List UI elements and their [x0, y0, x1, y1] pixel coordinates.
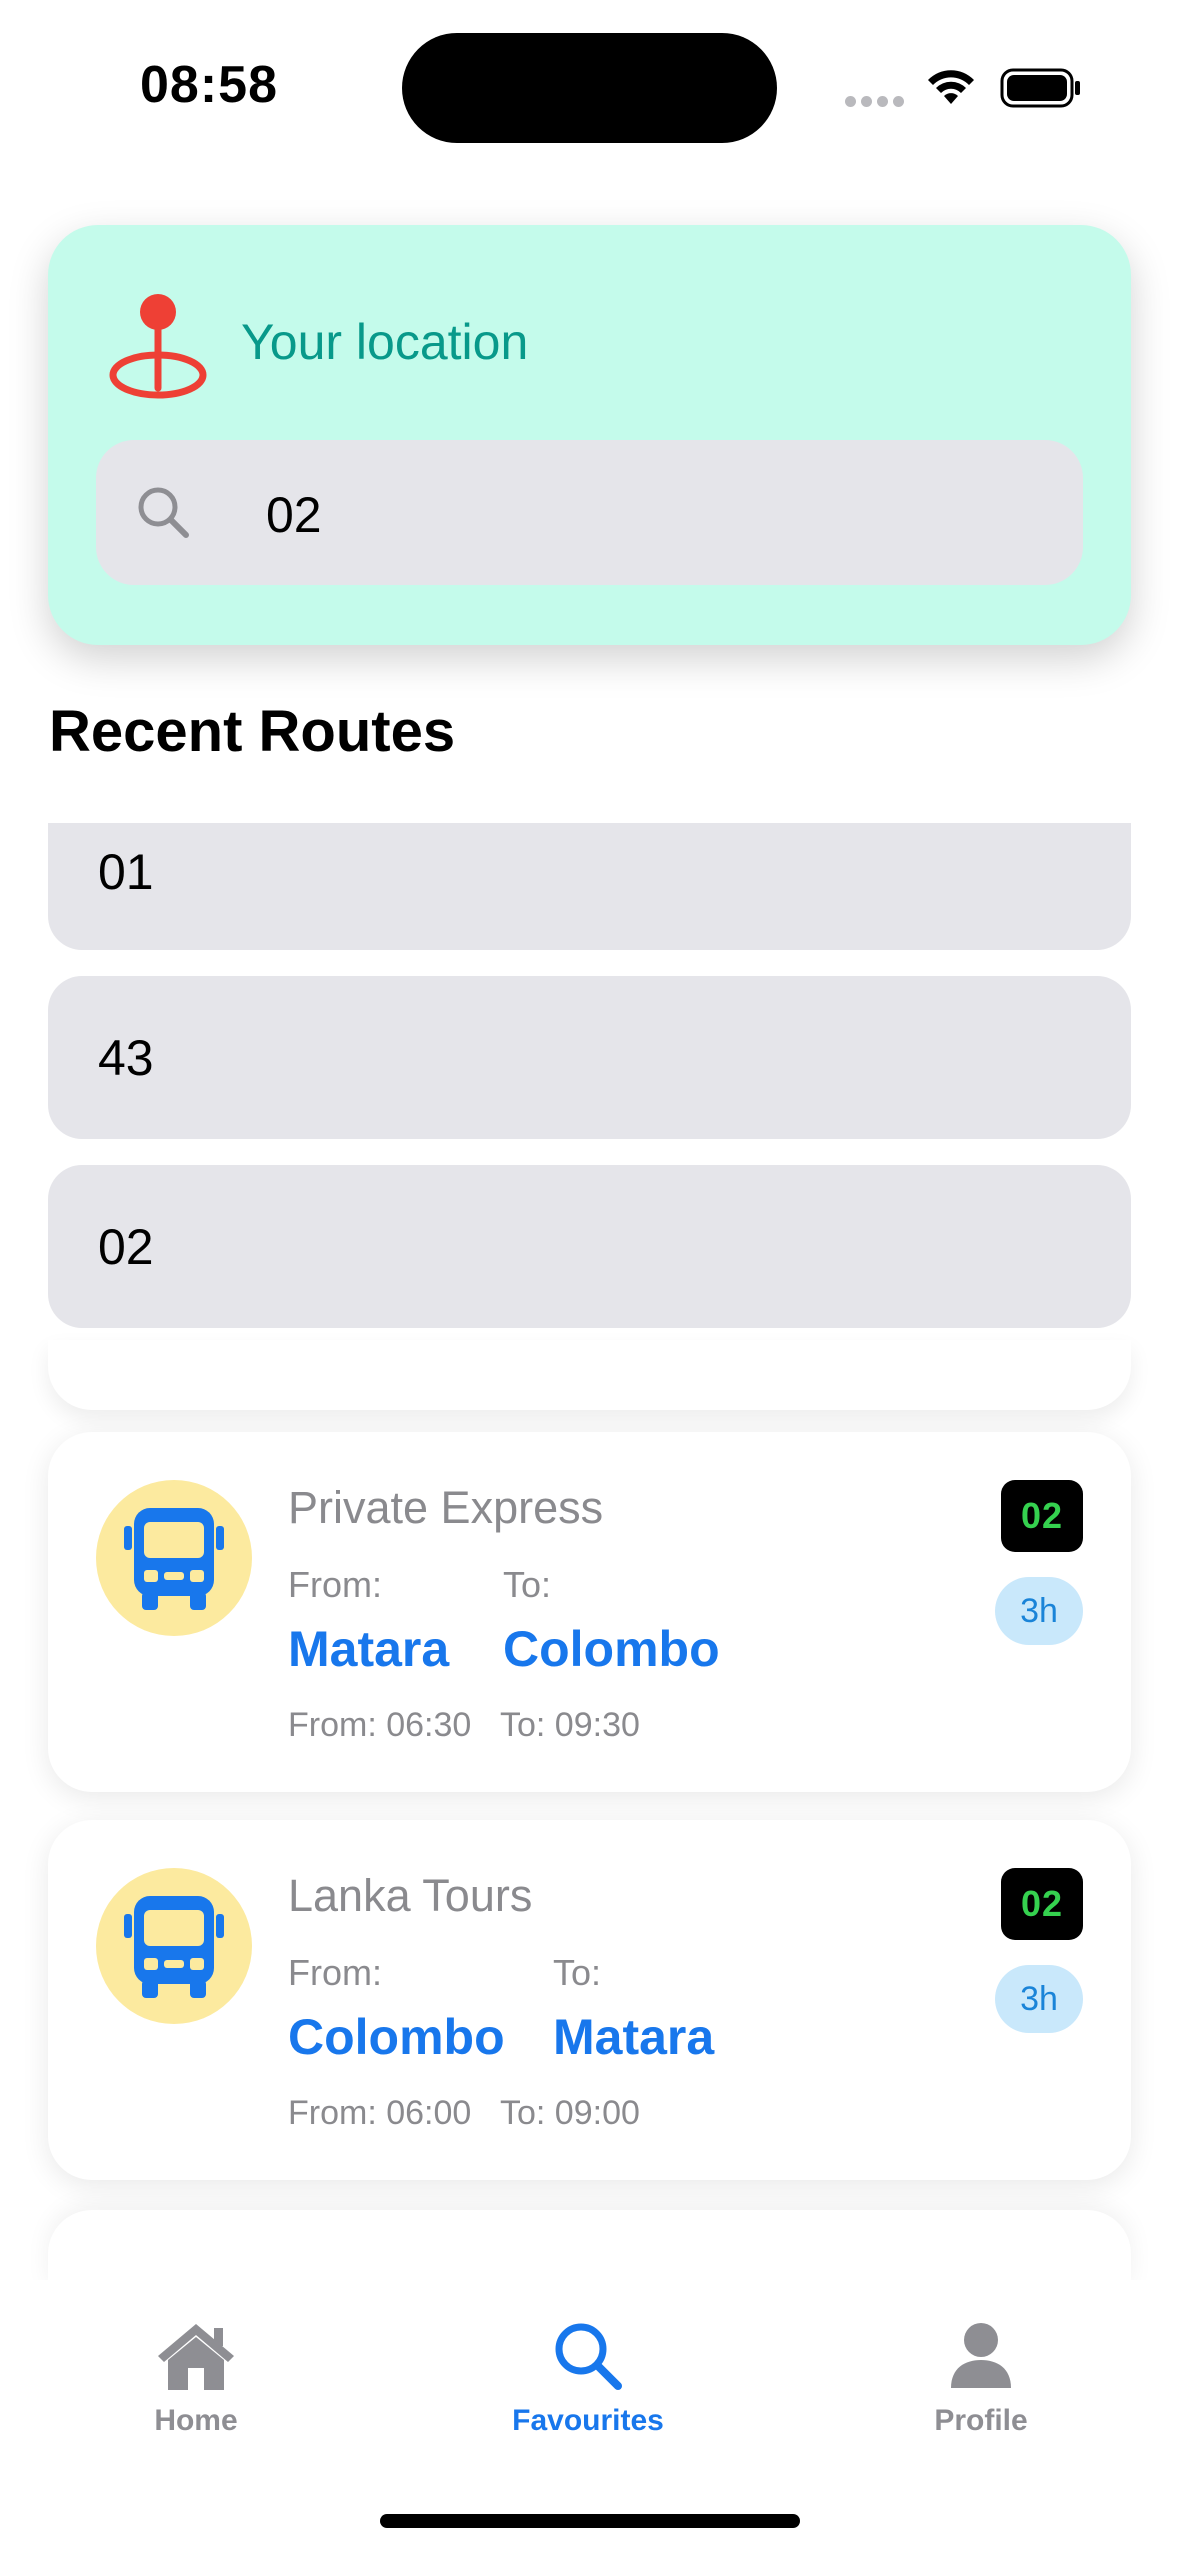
route-card-partial	[48, 2210, 1131, 2290]
home-indicator	[380, 2514, 800, 2528]
operator-name: Lanka Tours	[288, 1870, 533, 1921]
wifi-icon	[928, 70, 974, 104]
recent-route-label: 02	[98, 1219, 154, 1275]
route-number-badge: 02	[1001, 1480, 1083, 1552]
recent-route-item[interactable]: 43	[48, 976, 1131, 1139]
to-label: To:	[503, 1564, 552, 1605]
recent-route-item[interactable]: 02	[48, 1165, 1131, 1328]
tab-home[interactable]: Home	[86, 2320, 306, 2438]
location-pin-icon	[109, 294, 207, 399]
tab-profile[interactable]: Profile	[871, 2320, 1091, 2438]
recent-routes-title: Recent Routes	[49, 699, 456, 764]
bus-avatar	[96, 1480, 252, 1636]
tab-label: Home	[154, 2404, 238, 2437]
route-card[interactable]: Lanka Tours From: To: Colombo Matara Fro…	[48, 1820, 1131, 2180]
arrival-time: To: 09:00	[500, 2094, 640, 2132]
search-input[interactable]	[266, 486, 966, 544]
duration-badge: 3h	[995, 1965, 1083, 2033]
route-number-badge: 02	[1001, 1868, 1083, 1940]
search-icon	[138, 487, 189, 538]
dynamic-island	[402, 33, 777, 143]
status-bar: 08:58	[0, 0, 1179, 160]
duration-badge: 3h	[995, 1577, 1083, 1645]
recent-route-label: 43	[98, 1030, 154, 1086]
location-card: Your location	[48, 225, 1131, 645]
to-city: Matara	[553, 2009, 715, 2065]
from-label: From:	[288, 1952, 382, 1993]
departure-time: From: 06:00	[288, 2094, 472, 2132]
arrival-time: To: 09:30	[500, 1706, 640, 1744]
from-city: Colombo	[288, 2009, 505, 2065]
departure-time: From: 06:30	[288, 1706, 472, 1744]
person-icon	[951, 2323, 1011, 2388]
search-field[interactable]	[96, 440, 1083, 585]
location-title: Your location	[241, 314, 529, 370]
tab-label: Favourites	[512, 2404, 664, 2437]
search-icon	[555, 2323, 622, 2390]
tab-label: Profile	[934, 2404, 1028, 2437]
recent-route-label: 01	[98, 844, 154, 900]
home-icon	[158, 2324, 234, 2390]
route-card-partial	[48, 1340, 1131, 1410]
from-label: From:	[288, 1564, 382, 1605]
signal-icon	[845, 96, 905, 108]
status-time: 08:58	[140, 56, 278, 114]
screen: 08:58 Your location 02 Recent Routes 01 …	[0, 0, 1179, 2556]
bus-icon	[124, 1896, 224, 1998]
operator-name: Private Express	[288, 1482, 604, 1533]
bus-avatar	[96, 1868, 252, 2024]
tab-favourites[interactable]: Favourites	[478, 2320, 698, 2438]
to-label: To:	[553, 1952, 602, 1993]
route-card[interactable]: Private Express From: To: Matara Colombo…	[48, 1432, 1131, 1792]
from-city: Matara	[288, 1621, 450, 1677]
recent-route-item[interactable]: 01	[48, 823, 1131, 950]
bus-icon	[124, 1508, 224, 1610]
to-city: Colombo	[503, 1621, 720, 1677]
battery-icon	[1000, 68, 1080, 108]
